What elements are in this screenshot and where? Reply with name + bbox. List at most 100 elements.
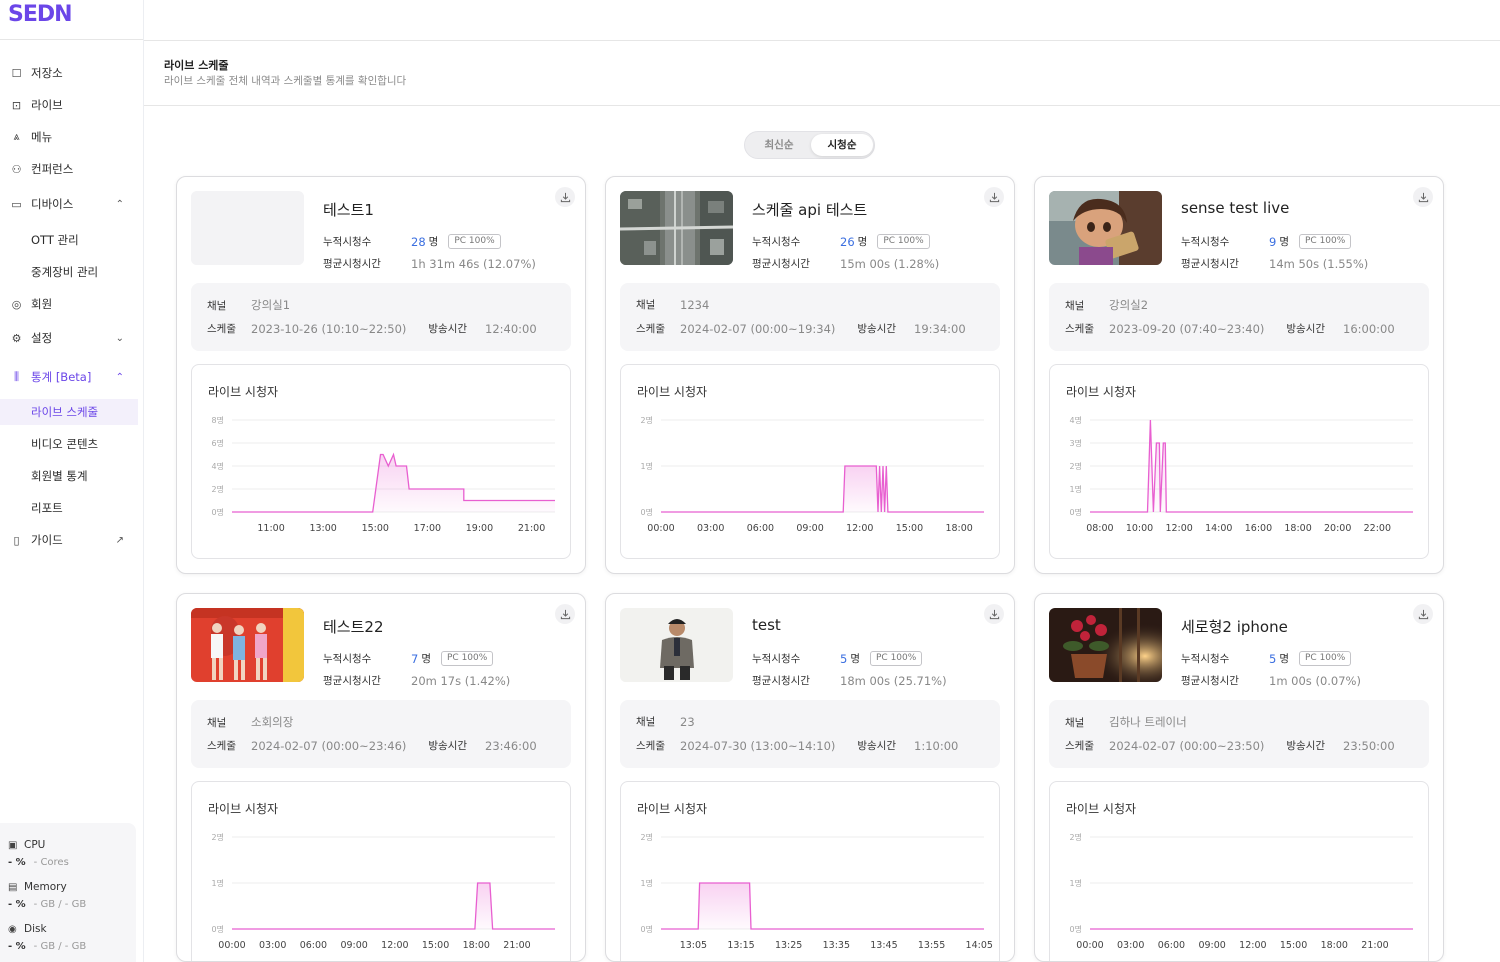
schedule-info-box: 채널 강의실2 스케줄 2023-09-20 (07:40~23:40) 방송시…	[1049, 283, 1429, 351]
y-tick-label: 2명	[641, 415, 653, 425]
download-icon	[989, 609, 999, 619]
device-ratio-badge: PC 100%	[877, 234, 930, 249]
total-viewers-label: 누적시청수	[323, 236, 372, 248]
avg-watch-label: 평균시청시간	[1181, 675, 1239, 687]
y-tick-label: 1명	[1070, 484, 1082, 494]
broadcast-time-label: 방송시간	[428, 323, 468, 335]
viewers-line	[232, 882, 555, 930]
channel-label: 채널	[636, 716, 656, 728]
x-tick-label: 21:00	[518, 523, 545, 534]
broadcast-time-label: 방송시간	[1286, 740, 1326, 752]
viewers-unit: 명	[421, 653, 431, 665]
chart-plot: 2명 1명 0명 00:00 03:00 06:00 09:00 12:00 15:00 18:0…	[641, 415, 984, 534]
schedule-row: 스케줄 2023-09-20 (07:40~23:40) 방송시간 16:00:…	[1065, 321, 1395, 336]
total-viewers-label: 누적시청수	[1181, 236, 1230, 248]
channel-value: 23	[680, 714, 695, 729]
download-icon	[1418, 192, 1428, 202]
disk-label: Disk	[24, 923, 47, 935]
nav-member-stats-label: 회원별 통계	[31, 469, 88, 483]
schedule-card[interactable]: 테스트1 누적시청수 28 명 PC 100% 평균시청시간 1h 31m 46…	[176, 176, 586, 574]
nav-device-label: 디바이스	[31, 197, 74, 211]
total-viewers-row: 누적시청수 9 명 PC 100%	[1181, 234, 1352, 249]
sort-latest-button[interactable]: 최신순	[748, 134, 810, 156]
download-button[interactable]	[555, 604, 575, 624]
cpu-detail: - Cores	[33, 857, 69, 868]
download-button[interactable]	[555, 187, 575, 207]
download-button[interactable]	[1413, 187, 1433, 207]
y-tick-label: 4명	[1070, 415, 1082, 425]
nav-live-schedule[interactable]: 라이브 스케줄	[0, 399, 138, 425]
y-tick-label: 1명	[212, 878, 224, 888]
viewers-unit: 명	[857, 236, 868, 248]
schedule-label: 스케줄	[1065, 323, 1094, 335]
schedule-info-box: 채널 김하나 트레이너 스케줄 2024-02-07 (00:00~23:50)…	[1049, 700, 1429, 768]
x-tick-label: 20:00	[1324, 523, 1351, 534]
broadcast-time-value: 1:10:00	[914, 738, 959, 753]
download-icon	[989, 192, 999, 202]
total-viewers-value: 5	[1269, 651, 1277, 666]
stats-icon: ⫼	[13, 370, 20, 383]
schedule-card[interactable]: test 누적시청수 5 명 PC 100% 평균시청시간 18m 00s (2…	[605, 593, 1015, 962]
schedule-info-box: 채널 소회의장 스케줄 2024-02-07 (00:00~23:46) 방송시…	[191, 700, 571, 768]
broadcast-time-value: 23:50:00	[1343, 738, 1395, 753]
nav-ott[interactable]: OTT 관리	[0, 227, 138, 253]
schedule-card[interactable]: sense test live 누적시청수 9 명 PC 100% 평균시청시간…	[1034, 176, 1444, 574]
nav-storage[interactable]: ☐ 저장소	[0, 60, 138, 86]
channel-row: 채널 23	[636, 714, 695, 729]
channel-label: 채널	[1065, 299, 1085, 312]
y-tick-label: 1명	[641, 878, 653, 888]
broadcast-time-label: 방송시간	[1286, 323, 1326, 335]
x-tick-label: 11:00	[257, 523, 284, 534]
nav-conference-label: 컨퍼런스	[31, 162, 74, 176]
nav-member[interactable]: ◎ 회원	[0, 291, 138, 317]
broadcast-time-value: 23:46:00	[485, 738, 537, 753]
nav-video-content[interactable]: 비디오 콘텐츠	[0, 431, 138, 457]
y-tick-label: 2명	[1070, 461, 1082, 471]
chart-plot: 8명 6명 4명 2명 0명 11:00 13:00 15:00 17:00 19:00 21:00	[212, 415, 555, 534]
disk-detail: - GB / - GB	[33, 941, 87, 952]
download-button[interactable]	[984, 187, 1004, 207]
nav-stats[interactable]: ⫼ 통계 [Beta] ⌃	[0, 364, 138, 390]
cpu-icon: ▣	[8, 839, 18, 851]
schedule-card[interactable]: 스케줄 api 테스트 누적시청수 26 명 PC 100% 평균시청시간 15…	[605, 176, 1015, 574]
nav-conference[interactable]: ⚇ 컨퍼런스	[0, 156, 138, 182]
schedule-card[interactable]: 테스트22 누적시청수 7 명 PC 100% 평균시청시간 20m 17s (…	[176, 593, 586, 962]
page-header: 라이브 스케줄 라이브 스케줄 전체 내역과 스케줄별 통계를 확인합니다	[144, 41, 1500, 106]
nav-report[interactable]: 리포트	[0, 495, 138, 521]
avg-watch-label: 평균시청시간	[752, 675, 810, 687]
nav-settings[interactable]: ⚙ 설정 ⌄	[0, 325, 138, 351]
chevron-up-icon: ⌃	[115, 371, 124, 383]
download-button[interactable]	[984, 604, 1004, 624]
nav-relay-equipment[interactable]: 중계장비 관리	[0, 259, 138, 285]
nav-menu[interactable]: ⩓ 메뉴	[0, 124, 138, 150]
schedule-thumbnail	[191, 608, 304, 682]
y-tick-label: 2명	[641, 832, 653, 842]
download-button[interactable]	[1413, 604, 1433, 624]
x-tick-label: 15:00	[362, 523, 389, 534]
nav-guide-label: 가이드	[31, 533, 63, 547]
avg-watch-row: 평균시청시간 14m 50s (1.55%)	[1181, 256, 1368, 271]
app-logo[interactable]: SEDN	[8, 2, 135, 28]
disk-icon: ◉	[8, 923, 17, 935]
nav-relay-equipment-label: 중계장비 관리	[31, 265, 99, 279]
schedule-title: 테스트22	[323, 618, 384, 636]
x-tick-label: 03:00	[259, 940, 286, 951]
x-tick-label: 13:15	[727, 940, 754, 951]
x-tick-label: 21:00	[1361, 940, 1388, 951]
nav-live[interactable]: ⊡ 라이브	[0, 92, 138, 118]
nav-member-stats[interactable]: 회원별 통계	[0, 463, 138, 489]
sort-views-button[interactable]: 시청순	[811, 134, 873, 156]
x-tick-label: 06:00	[300, 940, 327, 951]
nav-guide[interactable]: ▯ 가이드 ↗	[0, 527, 138, 553]
nav-device[interactable]: ▭ 디바이스 ⌃	[0, 191, 138, 217]
schedule-value: 2024-02-07 (00:00~23:46)	[251, 738, 407, 753]
total-viewers-value: 7	[411, 651, 419, 666]
total-viewers-value: 28	[411, 234, 426, 249]
chevron-down-icon: ⌄	[115, 332, 124, 344]
schedule-card[interactable]: 세로형2 iphone 누적시청수 5 명 PC 100% 평균시청시간 1m …	[1034, 593, 1444, 962]
y-tick-label: 0명	[1070, 507, 1082, 517]
channel-row: 채널 강의실2	[1065, 297, 1148, 313]
schedule-title: test	[752, 616, 781, 634]
y-tick-label: 0명	[212, 507, 224, 517]
schedule-thumbnail	[1049, 191, 1162, 265]
